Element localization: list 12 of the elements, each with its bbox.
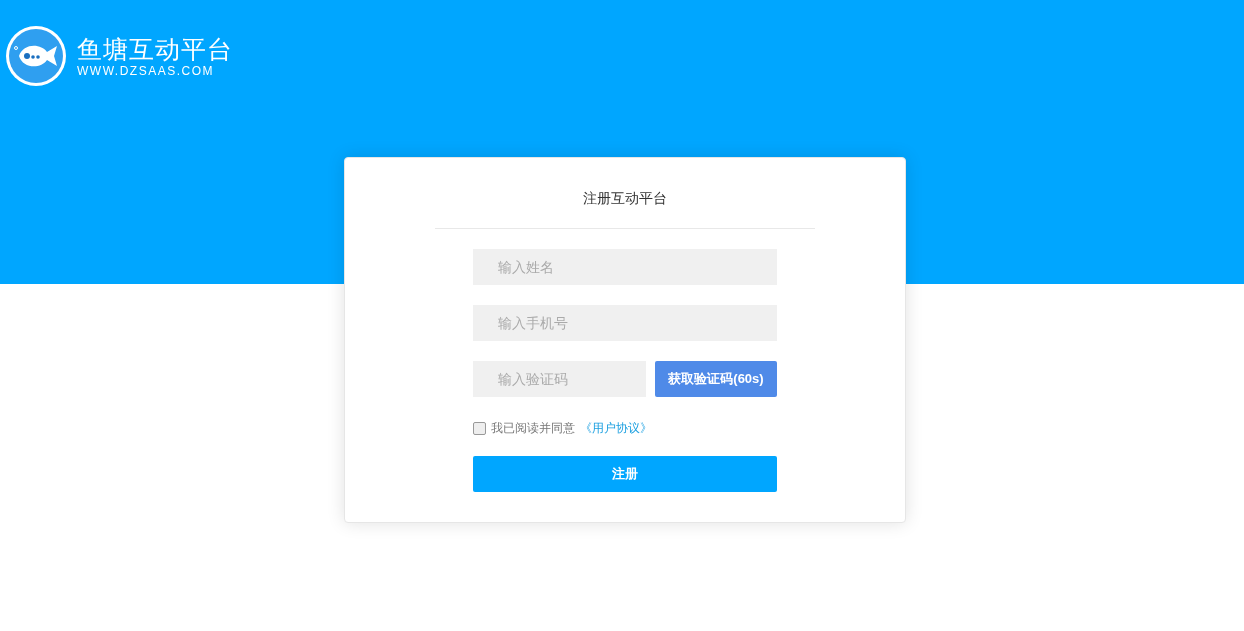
fish-logo-icon [5,25,67,87]
get-code-button[interactable]: 获取验证码(60s) [655,361,777,397]
brand-url: WWW.DZSAAS.COM [77,64,215,78]
input-field[interactable]: 输入手机号 [473,305,777,341]
agreement-text: 我已阅读并同意 [491,420,575,437]
user-agreement-link[interactable]: 《用户协议》 [580,419,652,437]
input-field[interactable]: 输入姓名 [473,249,777,285]
register-button[interactable]: 注册 [473,456,777,492]
form-title: 注册互动平台 [583,189,667,207]
agreement-checkbox[interactable] [473,421,486,435]
brand-name: 鱼塘互动平台 [77,34,233,64]
code-field[interactable]: 输入验证码 [473,361,646,397]
